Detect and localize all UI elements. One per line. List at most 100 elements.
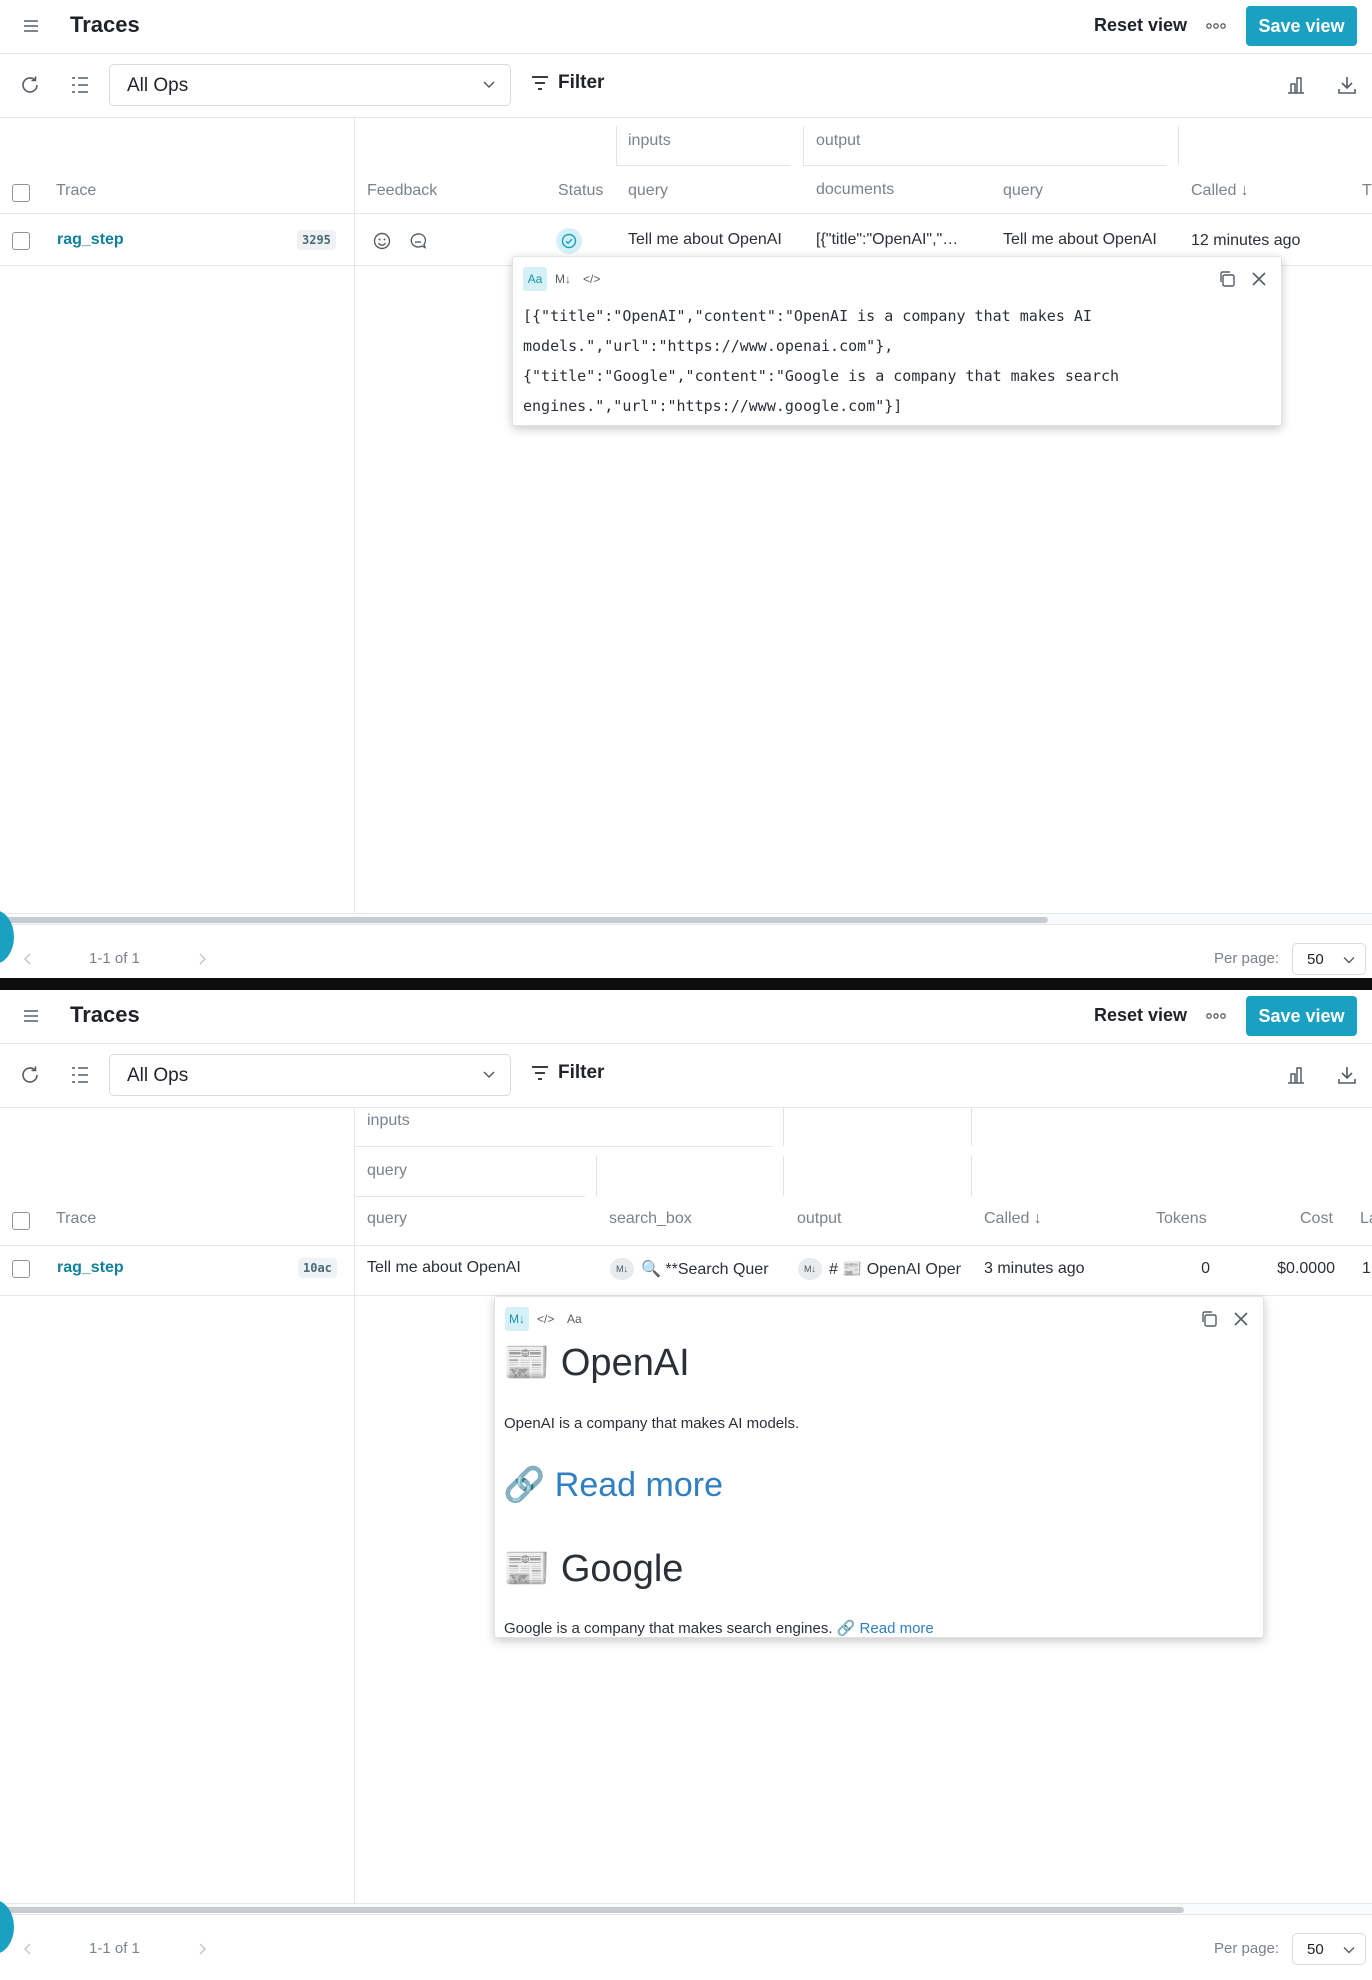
markdown-mode-icon[interactable]: M↓ [505,1307,529,1331]
column-header-called[interactable]: Called ↓ [984,1210,1042,1228]
text-mode-icon[interactable]: Aa [562,1307,586,1331]
column-header-query[interactable]: query [628,182,668,200]
text-mode-icon[interactable]: Aa [523,267,547,291]
select-all-checkbox[interactable] [12,1212,30,1230]
code-mode-icon[interactable]: </> [533,1307,558,1331]
read-more-link[interactable]: Read more [555,1466,723,1504]
column-header-documents[interactable]: documents [816,181,894,199]
ops-select[interactable]: All Ops [109,64,511,106]
chart-icon[interactable] [1284,1063,1308,1087]
scrollbar-thumb[interactable] [0,1907,1184,1913]
chart-icon[interactable] [1284,73,1308,97]
reset-view-button[interactable]: Reset view [1094,1005,1187,1026]
filter-button[interactable]: Filter [530,1062,604,1088]
cell-next[interactable]: 1r [1362,1260,1372,1278]
download-icon[interactable] [1335,73,1359,97]
ops-select[interactable]: All Ops [109,1054,511,1096]
more-dots-icon[interactable] [1204,16,1228,36]
link-emoji-icon: 🔗 [836,1620,856,1637]
column-header-feedback[interactable]: Feedback [367,182,437,200]
group-divider [1178,126,1179,165]
cell-search-box[interactable]: 🔍 **Search Quer [641,1259,773,1279]
copy-icon[interactable] [1217,269,1237,289]
cell-tokens[interactable]: 0 [1150,1260,1210,1278]
column-header-output-query[interactable]: query [1003,182,1043,200]
cell-documents[interactable]: [{"title":"OpenAI","… [816,231,976,249]
markdown-badge[interactable]: M↓ [798,1258,822,1280]
cell-output-query[interactable]: Tell me about OpenAI [1003,231,1173,249]
menu-icon[interactable] [22,17,40,35]
close-icon[interactable] [1249,269,1269,289]
per-page-select[interactable]: 50 [1292,1933,1366,1965]
columns-icon[interactable] [68,1063,92,1087]
horizontal-scrollbar[interactable] [0,913,1372,925]
cell-called[interactable]: 12 minutes ago [1191,232,1331,250]
download-icon[interactable] [1335,1063,1359,1087]
group-underline [803,165,1167,166]
column-header-cost[interactable]: Cost [1300,1210,1333,1228]
trace-op-link[interactable]: rag_step [57,1259,124,1277]
more-dots-icon[interactable] [1204,1006,1228,1026]
cell-output[interactable]: # 📰 OpenAI Open [829,1259,961,1279]
prev-page-icon[interactable] [22,952,34,966]
cell-cost[interactable]: $0.0000 [1240,1260,1335,1278]
cell-query[interactable]: Tell me about OpenAI [367,1259,587,1277]
group-underline [616,165,791,166]
columns-icon[interactable] [68,73,92,97]
markdown-heading-google: 📰 Google [503,1548,684,1590]
next-page-icon[interactable] [196,952,208,966]
group-divider [616,126,617,165]
link-emoji-icon: 🔗 [503,1466,546,1504]
json-line: models.","url":"https://www.openai.com"}… [523,337,894,355]
column-header-search-box[interactable]: search_box [609,1210,692,1228]
column-header-status[interactable]: Status [558,182,603,200]
column-header-trace[interactable]: Trace [56,182,96,200]
menu-icon[interactable] [22,1007,40,1025]
page-title: Traces [70,1002,140,1027]
next-page-icon[interactable] [196,1942,208,1956]
comment-icon[interactable] [408,231,428,251]
select-all-checkbox[interactable] [12,184,30,202]
column-header-next[interactable]: T [1362,182,1372,200]
code-mode-icon[interactable]: </> [579,267,604,291]
markdown-badge[interactable]: M↓ [610,1258,634,1280]
chevron-down-icon [1343,1947,1355,1954]
markdown-mode-icon[interactable]: M↓ [551,267,575,291]
group-underline [355,1146,773,1147]
cell-called[interactable]: 3 minutes ago [984,1260,1124,1278]
read-more-link[interactable]: Read more [860,1620,934,1637]
column-header-tokens[interactable]: Tokens [1156,1210,1207,1228]
column-header-trace[interactable]: Trace [56,1210,96,1228]
column-divider [354,118,355,913]
emoji-icon[interactable] [372,231,392,251]
save-view-button[interactable]: Save view [1246,996,1357,1036]
cell-query[interactable]: Tell me about OpenAI [628,231,798,249]
group-underline [355,1196,585,1197]
group-header-query: query [367,1162,408,1179]
row-checkbox[interactable] [12,232,30,250]
markdown-heading-openai: 📰 OpenAI [503,1342,690,1384]
prev-page-icon[interactable] [22,1942,34,1956]
column-header-output[interactable]: output [797,1210,841,1228]
chevron-down-icon [483,1071,495,1079]
reset-view-button[interactable]: Reset view [1094,15,1187,36]
trace-id-badge[interactable]: 3295 [297,230,336,250]
column-header-called[interactable]: Called ↓ [1191,182,1249,200]
per-page-select[interactable]: 50 [1292,943,1366,975]
filter-button[interactable]: Filter [530,72,604,98]
refresh-icon[interactable] [18,73,42,97]
page-header: Traces Reset view Save view [0,990,1372,1044]
copy-icon[interactable] [1199,1309,1219,1329]
refresh-icon[interactable] [18,1063,42,1087]
trace-op-link[interactable]: rag_step [57,231,124,249]
horizontal-scrollbar[interactable] [0,1903,1372,1915]
column-header-query[interactable]: query [367,1210,407,1228]
group-divider [803,126,804,165]
trace-id-badge[interactable]: 10ac [298,1258,337,1278]
save-view-button[interactable]: Save view [1246,6,1357,46]
row-checkbox[interactable] [12,1260,30,1278]
scrollbar-thumb[interactable] [0,917,1048,923]
close-icon[interactable] [1231,1309,1251,1329]
filter-icon [532,76,548,90]
column-header-next[interactable]: La [1360,1210,1372,1228]
